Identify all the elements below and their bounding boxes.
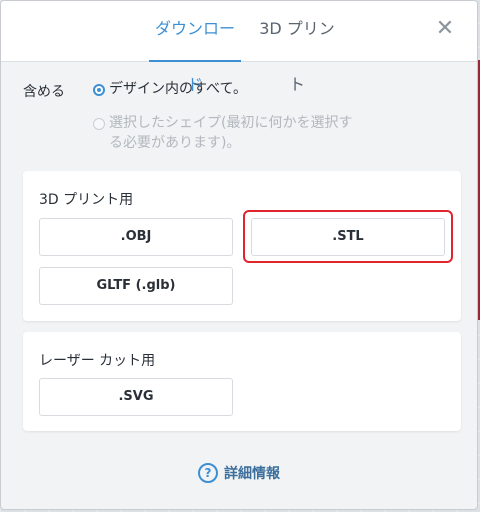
obj-button[interactable]: .OBJ bbox=[39, 218, 233, 256]
include-label: 含める bbox=[23, 84, 65, 100]
tab-3d-print[interactable]: 3D プリント bbox=[257, 1, 337, 94]
more-info-label: 詳細情報 bbox=[224, 466, 280, 482]
download-dialog: ダウンロード 3D プリント ✕ 含める デザイン内のすべて。 選択したシェイプ… bbox=[0, 0, 478, 510]
dialog-header: ダウンロード 3D プリント ✕ bbox=[1, 1, 477, 94]
radio-all-in-design[interactable] bbox=[93, 84, 105, 96]
help-icon: ? bbox=[198, 463, 218, 483]
section-3d-print: 3D プリント用 .OBJ .STL GLTF (.glb) bbox=[23, 171, 461, 321]
tab-download[interactable]: ダウンロード bbox=[149, 1, 241, 94]
more-info-link[interactable]: ? 詳細情報 bbox=[1, 463, 477, 483]
option-selected-shapes-label-cont: る必要があります)。 bbox=[109, 135, 241, 151]
stl-button[interactable]: .STL bbox=[251, 218, 445, 256]
section-laser-cut: レーザー カット用 .SVG bbox=[23, 332, 461, 431]
gltf-button[interactable]: GLTF (.glb) bbox=[39, 267, 233, 305]
section-title: レーザー カット用 bbox=[39, 353, 156, 369]
close-icon[interactable]: ✕ bbox=[435, 18, 455, 40]
svg-button[interactable]: .SVG bbox=[39, 378, 233, 416]
radio-selected-shapes[interactable] bbox=[93, 118, 105, 130]
option-selected-shapes-label: 選択したシェイプ(最初に何かを選択す bbox=[109, 115, 353, 131]
option-all-in-design-label[interactable]: デザイン内のすべて。 bbox=[109, 79, 247, 99]
section-title: 3D プリント用 bbox=[39, 192, 134, 208]
